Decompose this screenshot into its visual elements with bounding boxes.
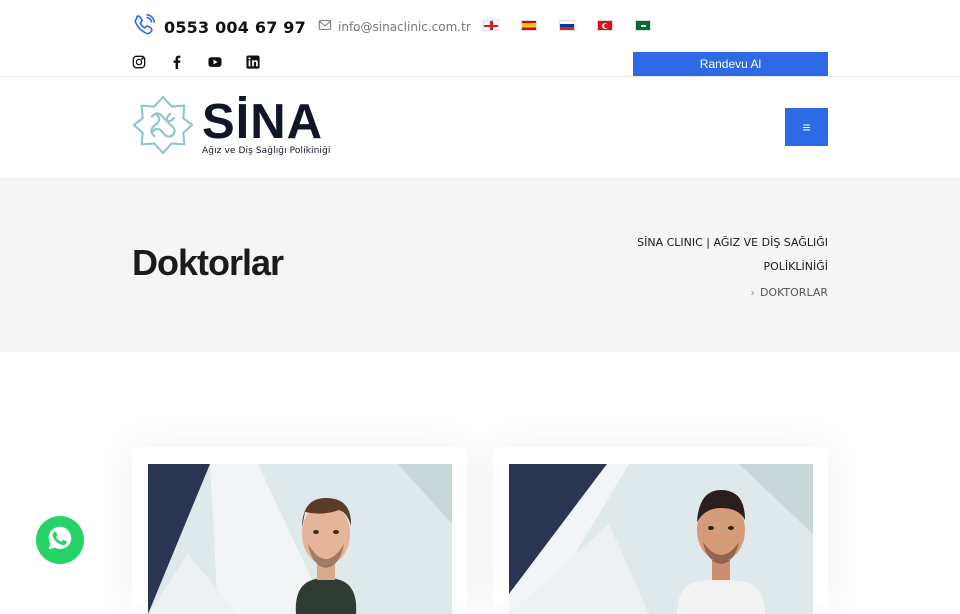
hamburger-icon: ≡ [802,119,811,135]
breadcrumb: SİNA CLINIC | AĞIZ VE DİŞ SAĞLIĞI POLİKL… [600,231,828,305]
social-links [132,55,260,69]
instagram-icon[interactable] [132,55,146,69]
spanish-flag-icon[interactable] [521,20,537,31]
logo-tagline: Ağız ve Diş Sağlığı Polikiniği [202,146,331,156]
logo-text: SİNA Ağız ve Diş Sağlığı Polikiniği [202,95,331,157]
russian-flag-icon[interactable] [559,20,575,31]
page-title: Doktorlar [132,242,284,283]
site-logo[interactable]: SİNA Ağız ve Diş Sağlığı Polikiniği [132,94,330,160]
site-header: SİNA Ağız ve Diş Sağlığı Polikiniği ≡ [0,77,960,179]
youtube-icon[interactable] [208,55,222,69]
language-switcher [483,20,651,31]
breadcrumb-current-label: DOKTORLAR [759,286,828,299]
breadcrumb-home-link[interactable]: SİNA CLINIC | AĞIZ VE DİŞ SAĞLIĞI POLİKL… [637,236,828,273]
saudi-flag-icon[interactable] [635,20,651,31]
envelope-icon [318,17,332,36]
english-flag-icon[interactable] [483,20,499,31]
page-title-band: Doktorlar SİNA CLINIC | AĞIZ VE DİŞ SAĞL… [0,179,960,352]
doctors-section [0,352,960,614]
doctor-photo[interactable] [509,464,813,614]
phone-number[interactable]: 0553 004 67 97 [164,18,306,37]
doctor-card[interactable] [132,447,467,614]
top-bar: 0553 004 67 97 info@sinaclinic.com.tr Ra… [0,0,960,77]
hamburger-menu-button[interactable]: ≡ [785,108,828,146]
facebook-icon[interactable] [170,55,184,69]
doctor-photo[interactable] [148,464,452,614]
logo-name: SİNA [202,95,324,149]
logo-mark-icon [132,94,194,160]
email-contact[interactable]: info@sinaclinic.com.tr [318,17,471,36]
appointment-button[interactable]: Randevu Al [633,52,828,76]
linkedin-icon[interactable] [246,55,260,69]
whatsapp-icon [45,523,75,557]
whatsapp-chat-button[interactable] [36,516,84,564]
email-address[interactable]: info@sinaclinic.com.tr [338,20,471,34]
turkish-flag-icon[interactable] [597,20,613,31]
chevron-right-icon: › [750,286,755,299]
doctor-card[interactable] [493,447,828,614]
breadcrumb-current-item: › DOKTORLAR [600,281,828,305]
phone-contact[interactable]: 0553 004 67 97 [132,13,306,41]
phone-icon [132,13,156,41]
